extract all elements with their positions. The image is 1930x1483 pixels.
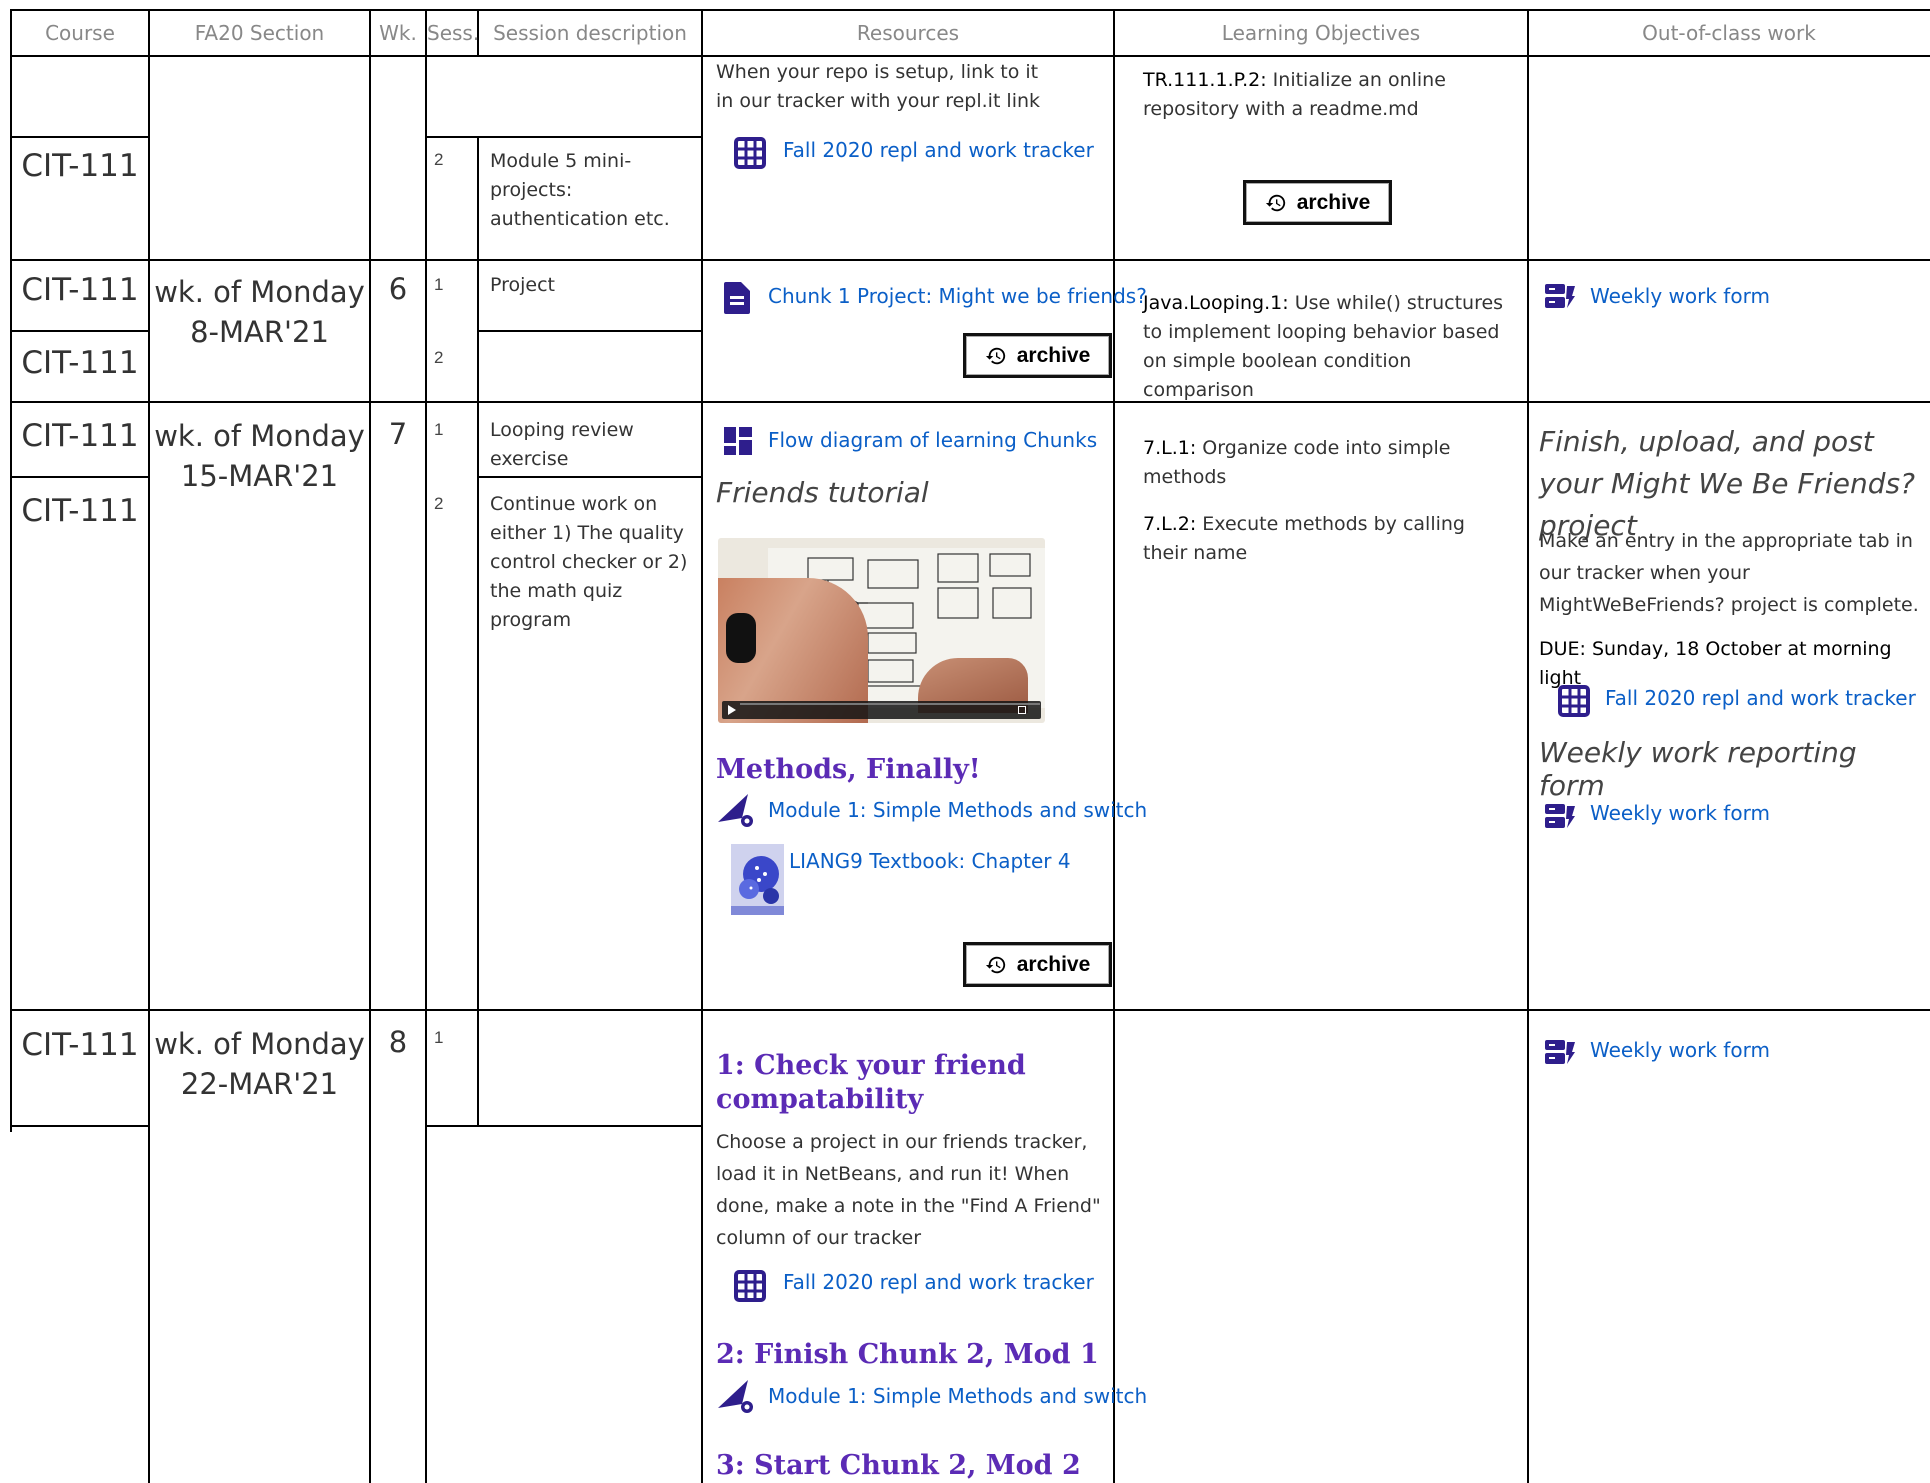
form-icon xyxy=(1545,1038,1575,1066)
objective-code: TR.111.1.P.2: xyxy=(1143,69,1267,91)
weekly-form-link[interactable]: Weekly work form xyxy=(1590,284,1770,308)
section-line1: wk. of Monday xyxy=(154,275,365,309)
course-cell: CIT-111 xyxy=(21,148,139,184)
objective-code: 7.L.2: xyxy=(1143,513,1197,535)
week-number: 8 xyxy=(388,1025,408,1059)
methods-heading: Methods, Finally! xyxy=(716,754,981,785)
spreadsheet-icon xyxy=(734,1270,766,1302)
section-line1: wk. of Monday xyxy=(154,419,365,453)
spreadsheet-icon xyxy=(734,137,766,169)
session-number: 1 xyxy=(434,420,444,439)
learning-objective: 7.L.2: Execute methods by calling their … xyxy=(1143,510,1513,568)
history-icon xyxy=(1265,194,1285,211)
document-icon xyxy=(724,282,750,314)
session-description: Project xyxy=(490,274,556,296)
chunk-project-link[interactable]: Chunk 1 Project: Might we be friends? xyxy=(768,284,1147,308)
play-icon[interactable] xyxy=(728,705,736,715)
weekly-form-link[interactable]: Weekly work form xyxy=(1590,1038,1770,1062)
video-controls[interactable] xyxy=(722,701,1041,719)
course-icon xyxy=(718,1378,754,1414)
textbook-cover-image xyxy=(731,844,784,915)
due-date: DUE: Sunday, 18 October at morning light xyxy=(1539,638,1892,689)
header-objectives: Learning Objectives xyxy=(1221,21,1421,45)
friends-tutorial-title: Friends tutorial xyxy=(716,476,929,509)
archive-label: archive xyxy=(1296,190,1371,214)
session-number: 1 xyxy=(434,275,444,294)
header-out-of-class: Out-of-class work xyxy=(1642,21,1816,45)
history-icon xyxy=(985,956,1005,973)
video-player[interactable] xyxy=(718,538,1045,723)
tracker-instructions: Make an entry in the appropriate tab in … xyxy=(1539,530,1919,616)
spreadsheet-icon xyxy=(1558,685,1590,717)
section-line2: 15-MAR'21 xyxy=(180,459,339,493)
progress-bar[interactable] xyxy=(740,703,1040,705)
section-line1: wk. of Monday xyxy=(154,1027,365,1061)
archive-button[interactable]: archive xyxy=(963,333,1112,378)
session-description: Continue work on either 1) The quality c… xyxy=(490,493,688,631)
week-number: 6 xyxy=(388,272,408,306)
learning-objective: Java.Looping.1: Use while() structures t… xyxy=(1143,289,1513,405)
week-number: 7 xyxy=(388,417,408,451)
tracker-link[interactable]: Fall 2020 repl and work tracker xyxy=(783,1270,1094,1294)
archive-button[interactable]: archive xyxy=(1243,180,1392,225)
dashboard-icon xyxy=(724,427,752,455)
session-description: Module 5 mini-projects: authentication e… xyxy=(490,150,670,230)
header-session: Sess. xyxy=(427,21,480,45)
header-course: Course xyxy=(45,21,115,45)
module1-link[interactable]: Module 1: Simple Methods and switch xyxy=(768,1384,1147,1408)
tracker-link[interactable]: Fall 2020 repl and work tracker xyxy=(783,138,1094,162)
objective-code: 7.L.1: xyxy=(1143,437,1197,459)
section-cell: wk. of Monday 22-MAR'21 xyxy=(150,1024,369,1104)
header-description: Session description xyxy=(493,21,687,45)
learning-objective: 7.L.1: Organize code into simple methods xyxy=(1143,434,1463,492)
section-cell: wk. of Monday 8-MAR'21 xyxy=(150,272,369,352)
course-cell: CIT-111 xyxy=(21,1027,139,1063)
header-week: Wk. xyxy=(379,21,417,45)
session-number: 2 xyxy=(434,494,444,513)
resource-text: When your repo is setup, link to it in o… xyxy=(716,61,1041,112)
section-line2: 8-MAR'21 xyxy=(190,315,329,349)
course-icon xyxy=(718,792,754,828)
archive-label: archive xyxy=(1016,343,1091,367)
header-resources: Resources xyxy=(856,21,960,45)
flow-diagram-link[interactable]: Flow diagram of learning Chunks xyxy=(768,428,1097,452)
course-cell: CIT-111 xyxy=(21,493,139,529)
section-cell: wk. of Monday 15-MAR'21 xyxy=(150,416,369,496)
history-icon xyxy=(985,347,1005,364)
header-section: FA20 Section xyxy=(194,21,325,45)
fullscreen-icon[interactable] xyxy=(1018,706,1026,714)
archive-label: archive xyxy=(1016,952,1091,976)
start-chunk-heading: 3: Start Chunk 2, Mod 2 xyxy=(716,1450,1081,1481)
objective-code: Java.Looping.1: xyxy=(1143,292,1289,314)
course-cell: CIT-111 xyxy=(21,345,139,381)
module1-link[interactable]: Module 1: Simple Methods and switch xyxy=(768,798,1147,822)
check-compatibility-heading: 1: Check your friend compatability xyxy=(716,1050,1026,1115)
archive-button[interactable]: archive xyxy=(963,942,1112,987)
form-icon xyxy=(1545,282,1575,310)
section-line2: 22-MAR'21 xyxy=(180,1067,339,1101)
session-number: 1 xyxy=(434,1028,444,1047)
course-cell: CIT-111 xyxy=(21,272,139,308)
finish-chunk-heading: 2: Finish Chunk 2, Mod 1 xyxy=(716,1339,1099,1370)
weekly-form-link[interactable]: Weekly work form xyxy=(1590,801,1770,825)
tracker-link[interactable]: Fall 2020 repl and work tracker xyxy=(1605,686,1916,710)
marker-image xyxy=(726,613,756,663)
textbook-link[interactable]: LIANG9 Textbook: Chapter 4 xyxy=(789,849,1071,873)
session-number: 2 xyxy=(434,150,444,169)
learning-objective: TR.111.1.P.2: Initialize an online repos… xyxy=(1143,66,1463,124)
session-description: Looping review exercise xyxy=(490,419,634,470)
friend-tracker-instructions: Choose a project in our friends tracker,… xyxy=(716,1131,1101,1249)
course-cell: CIT-111 xyxy=(21,418,139,454)
form-icon xyxy=(1545,802,1575,830)
session-number: 2 xyxy=(434,348,444,367)
weekly-reporting-heading: Weekly work reporting form xyxy=(1539,736,1857,802)
